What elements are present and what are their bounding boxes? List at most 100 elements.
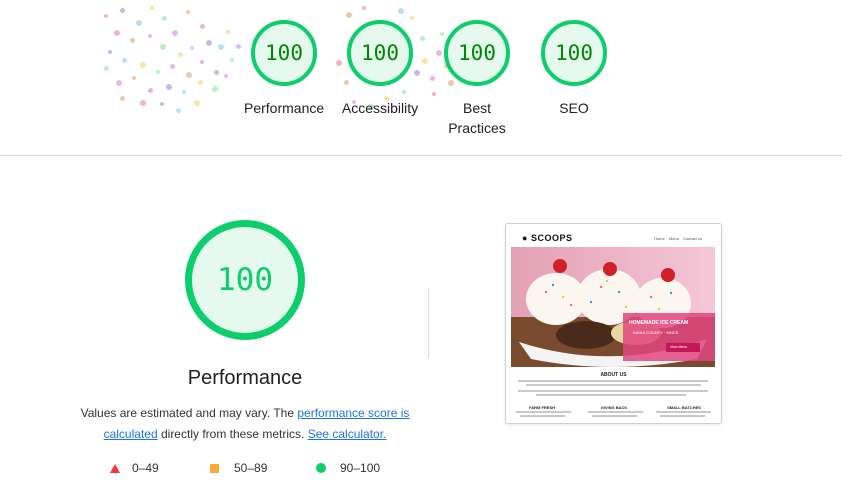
gauge-accessibility[interactable]: 100 Accessibility xyxy=(340,20,420,118)
confetti-dot xyxy=(420,36,425,41)
confetti-dot xyxy=(226,30,230,34)
performance-score: 100 xyxy=(217,262,273,298)
confetti-dot xyxy=(148,88,153,93)
triangle-icon xyxy=(110,463,120,473)
gauge-best-practices[interactable]: 100 Best Practices xyxy=(437,20,517,138)
gauge-label: Accessibility xyxy=(341,100,419,116)
hero-title: HOMEMADE ICE CREAM xyxy=(629,320,689,326)
confetti-dot xyxy=(194,100,200,106)
confetti-dot xyxy=(224,74,228,78)
confetti-dot xyxy=(132,76,136,80)
text-line xyxy=(526,384,701,386)
confetti-dot xyxy=(108,50,112,54)
text-line xyxy=(516,411,571,413)
score-ring: 100 xyxy=(347,20,413,86)
confetti-dot xyxy=(162,16,167,21)
text-line xyxy=(518,390,708,392)
confetti-dot xyxy=(140,62,146,68)
about-heading: ABOUT US xyxy=(600,372,627,378)
hero-button: View Menu xyxy=(670,345,688,349)
confetti-dot xyxy=(166,84,172,90)
confetti-dot xyxy=(236,44,241,49)
see-calculator-link[interactable]: See calculator. xyxy=(308,427,387,441)
confetti-dot xyxy=(170,64,175,69)
hero-subtitle: BAHIA COUNTY · SINCE xyxy=(633,330,679,335)
performance-description: Values are estimated and may vary. The p… xyxy=(80,403,410,445)
site-logo: ● SCOOPS xyxy=(522,233,573,243)
confetti-dot xyxy=(172,30,178,36)
text-line xyxy=(592,415,637,417)
text-line xyxy=(656,411,711,413)
confetti-dot xyxy=(430,76,435,81)
square-icon xyxy=(210,463,219,473)
text-line xyxy=(520,415,565,417)
confetti-dot xyxy=(160,44,166,50)
confetti-dot xyxy=(140,100,146,106)
performance-title: Performance xyxy=(187,367,303,389)
gauge-label: SEO xyxy=(559,100,589,116)
confetti-dot xyxy=(182,90,186,94)
confetti-dot xyxy=(104,14,108,18)
text-line xyxy=(588,411,643,413)
gauge-performance[interactable]: 100 Performance xyxy=(244,20,324,118)
confetti-dot xyxy=(212,86,218,92)
legend-fail: 0–49 xyxy=(110,461,159,475)
confetti-dot xyxy=(136,20,142,26)
confetti-dot xyxy=(218,44,224,50)
feature-heading: SMALL BATCHES xyxy=(667,405,701,410)
score-ring: 100 xyxy=(444,20,510,86)
legend-range: 0–49 xyxy=(132,461,159,475)
legend-average: 50–89 xyxy=(210,461,267,475)
score-ring: 100 xyxy=(541,20,607,86)
legend-pass: 90–100 xyxy=(316,461,380,475)
confetti-dot xyxy=(114,30,120,36)
confetti-dot xyxy=(186,10,190,14)
text-line xyxy=(536,394,686,396)
confetti-dot xyxy=(422,58,428,64)
feature-heading: FARM FRESH xyxy=(529,405,555,410)
legend-range: 90–100 xyxy=(340,461,381,475)
score-ring: 100 xyxy=(251,20,317,86)
performance-gauge: 100 xyxy=(185,220,305,340)
confetti-dot xyxy=(186,72,192,78)
confetti-dot xyxy=(120,8,125,13)
confetti-dot xyxy=(130,38,135,43)
score-value: 100 xyxy=(555,41,593,65)
site-logo-text: SCOOPS xyxy=(530,233,573,243)
confetti-dot xyxy=(120,96,125,101)
confetti-dot xyxy=(214,70,219,75)
text-line xyxy=(518,380,708,382)
confetti-dot xyxy=(176,108,181,113)
site-nav-item: Menu xyxy=(669,236,680,241)
confetti-dot xyxy=(160,102,164,106)
circle-icon xyxy=(316,463,326,473)
text-line xyxy=(660,415,705,417)
divider xyxy=(428,288,429,358)
legend-range: 50–89 xyxy=(234,461,268,475)
confetti-dot xyxy=(200,24,205,29)
confetti-dot xyxy=(190,46,194,50)
final-screenshot[interactable]: ● SCOOPS Home Menu Contact us HOMEMADE I… xyxy=(505,223,722,424)
confetti-dot xyxy=(398,8,404,14)
confetti-dot xyxy=(178,52,183,57)
confetti-dot xyxy=(148,34,152,38)
feature-heading: GIVING BACK xyxy=(600,405,628,410)
desc-prefix: Values are estimated and may vary. The xyxy=(80,406,298,420)
confetti-dot xyxy=(156,70,160,74)
score-value: 100 xyxy=(361,41,399,65)
desc-middle: directly from these metrics. xyxy=(157,427,308,441)
confetti-dot xyxy=(432,92,436,96)
score-value: 100 xyxy=(458,41,496,65)
site-nav-item: Contact us xyxy=(683,236,703,241)
confetti-dot xyxy=(200,60,204,64)
confetti-dot xyxy=(198,80,203,85)
confetti-dot xyxy=(206,40,212,46)
confetti-dot xyxy=(362,6,366,10)
gauge-seo[interactable]: 100 SEO xyxy=(534,20,614,118)
hero-image: HOMEMADE ICE CREAM BAHIA COUNTY · SINCE … xyxy=(511,247,715,367)
gauge-label: Best Practices xyxy=(448,100,506,136)
site-nav-item: Home xyxy=(654,236,665,241)
gauge-label: Performance xyxy=(244,100,325,116)
confetti-dot xyxy=(230,58,234,62)
confetti-dot xyxy=(116,80,122,86)
